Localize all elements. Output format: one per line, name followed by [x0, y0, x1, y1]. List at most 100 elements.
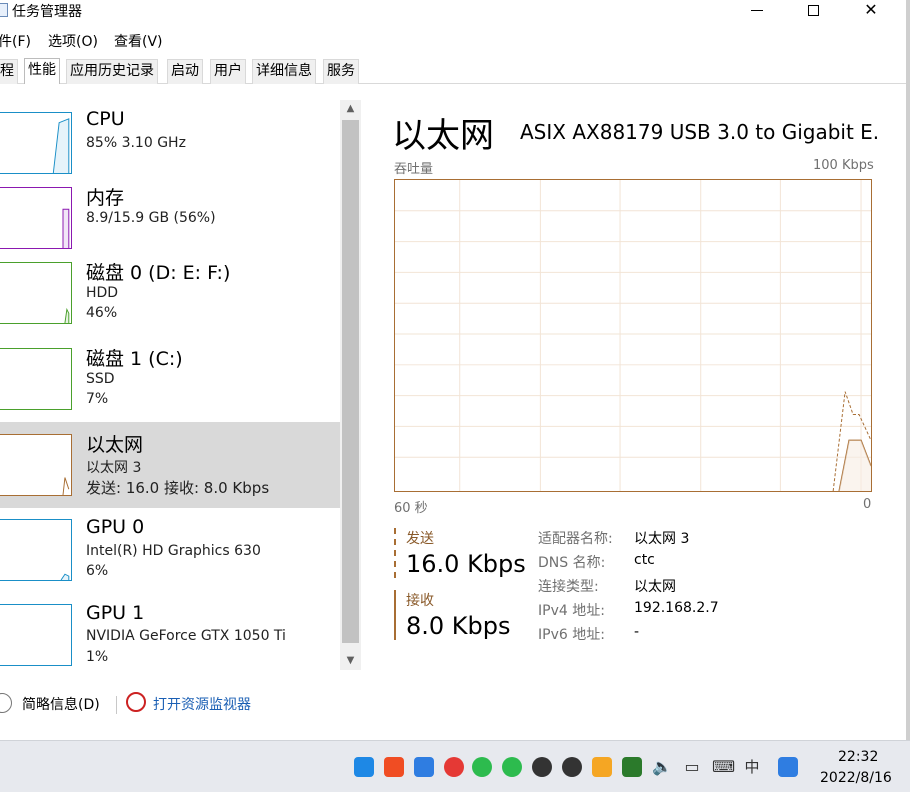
tab-services[interactable]: 服务	[323, 59, 359, 84]
disk-1-usage: 7%	[86, 391, 109, 407]
menu-options[interactable]: 选项(O)	[48, 31, 98, 51]
resource-list: CPU 85% 3.10 GHz 内存 8.9/15.9 GB (56%) 磁盘…	[0, 100, 340, 678]
menu-file[interactable]: 件(F)	[0, 31, 31, 51]
prop-key: DNS 名称:	[538, 555, 606, 571]
send-label: 发送	[406, 531, 434, 547]
memory-label: 内存	[86, 187, 125, 209]
resource-gpu-0[interactable]: GPU 0 Intel(R) HD Graphics 630 6%	[0, 508, 340, 594]
tab-processes[interactable]: 程	[0, 59, 18, 84]
tab-app-history[interactable]: 应用历史记录	[66, 59, 158, 84]
graph-axis-left: 60 秒	[394, 501, 428, 516]
graph-max-label: 100 Kbps	[813, 158, 874, 173]
clock-time[interactable]: 22:32	[838, 749, 878, 765]
resource-monitor-icon[interactable]	[126, 692, 146, 712]
cpu-thumbnail-graph	[0, 112, 72, 174]
prop-value: ctc	[634, 552, 655, 568]
memory-usage: 8.9/15.9 GB (56%)	[86, 210, 216, 226]
volume-icon[interactable]: 🔈	[652, 757, 672, 777]
cpu-label: CPU	[86, 108, 125, 130]
ethernet-adapter: 以太网 3	[86, 460, 142, 476]
gpu-1-label: GPU 1	[86, 602, 145, 624]
resource-disk-1[interactable]: 磁盘 1 (C:) SSD 7%	[0, 338, 340, 424]
resource-cpu[interactable]: CPU 85% 3.10 GHz	[0, 100, 340, 186]
resource-memory[interactable]: 内存 8.9/15.9 GB (56%)	[0, 176, 340, 262]
maximize-icon	[807, 5, 819, 16]
title-bar: 任务管理器 ✕	[0, 0, 910, 22]
menu-view[interactable]: 查看(V)	[114, 31, 163, 51]
maximize-button[interactable]	[790, 0, 836, 22]
prop-value: 以太网 3	[634, 531, 690, 547]
qq-icon[interactable]	[532, 757, 552, 777]
resource-ethernet[interactable]: 以太网 以太网 3 发送: 16.0 接收: 8.0 Kbps	[0, 422, 340, 508]
resource-list-scrollbar[interactable]: ▲ ▼	[340, 100, 361, 670]
pin-app-icon[interactable]	[354, 757, 374, 777]
network-icon[interactable]: ▭	[682, 757, 702, 777]
prop-key: IPv4 地址:	[538, 603, 605, 619]
prop-key: 适配器名称:	[538, 531, 613, 547]
tab-users[interactable]: 用户	[210, 59, 246, 84]
open-resource-monitor-link[interactable]: 打开资源监视器	[153, 694, 251, 714]
close-button[interactable]: ✕	[848, 0, 894, 22]
tab-performance[interactable]: 性能	[24, 58, 60, 84]
security-center-icon[interactable]	[622, 757, 642, 777]
ethernet-throughput: 发送: 16.0 接收: 8.0 Kbps	[86, 479, 270, 497]
resource-disk-0[interactable]: 磁盘 0 (D: E: F:) HDD 46%	[0, 252, 340, 338]
ethernet-thumbnail-graph	[0, 434, 72, 496]
gpu-0-usage: 6%	[86, 563, 109, 579]
scroll-down-arrow[interactable]: ▼	[340, 652, 361, 670]
adapter-name: ASIX AX88179 USB 3.0 to Gigabit E...	[520, 120, 880, 144]
collapse-icon[interactable]	[0, 693, 12, 713]
wechat-icon[interactable]	[472, 757, 492, 777]
search-app-icon[interactable]	[778, 757, 798, 777]
throughput-graph	[394, 179, 872, 492]
receive-label: 接收	[406, 593, 434, 609]
tab-strip: 程 性能 应用历史记录 启动 用户 详细信息 服务	[0, 58, 906, 84]
window-edge	[906, 0, 910, 740]
throughput-label: 吞吐量	[394, 162, 434, 177]
qq-alt-icon[interactable]	[562, 757, 582, 777]
ethernet-label: 以太网	[86, 434, 144, 456]
disk-1-thumbnail-graph	[0, 348, 72, 410]
scroll-up-arrow[interactable]: ▲	[340, 100, 361, 118]
prop-key: IPv6 地址:	[538, 627, 605, 643]
gpu-1-thumbnail-graph	[0, 604, 72, 666]
memory-thumbnail-graph	[0, 187, 72, 249]
orange-app-icon[interactable]	[384, 757, 404, 777]
send-value: 16.0 Kbps	[406, 550, 526, 578]
send-stat: 发送 16.0 Kbps	[394, 528, 526, 578]
minimize-icon	[751, 10, 763, 11]
footer-bar: 简略信息(D) 打开资源监视器	[0, 686, 906, 722]
tab-startup[interactable]: 启动	[167, 59, 203, 84]
shield-app-icon[interactable]	[592, 757, 612, 777]
ime-indicator[interactable]: 中	[742, 757, 762, 777]
gpu-0-thumbnail-graph	[0, 519, 72, 581]
task-manager-icon	[0, 3, 8, 17]
gpu-0-label: GPU 0	[86, 516, 145, 538]
gpu-1-model: NVIDIA GeForce GTX 1050 Ti	[86, 628, 286, 644]
minimize-button[interactable]	[734, 0, 780, 22]
disk-0-label: 磁盘 0 (D: E: F:)	[86, 262, 231, 284]
scroll-thumb[interactable]	[342, 120, 359, 643]
prop-key: 连接类型:	[538, 579, 599, 595]
fewer-details-link[interactable]: 简略信息(D)	[22, 694, 100, 714]
receive-value: 8.0 Kbps	[406, 612, 511, 640]
gpu-1-usage: 1%	[86, 649, 109, 665]
disk-0-usage: 46%	[86, 305, 118, 321]
blue-app-icon[interactable]	[414, 757, 434, 777]
clock-date[interactable]: 2022/8/16	[820, 770, 892, 786]
footer-divider	[116, 696, 117, 714]
tab-details[interactable]: 详细信息	[252, 59, 316, 84]
cpu-usage: 85% 3.10 GHz	[86, 135, 186, 151]
receive-stat: 接收 8.0 Kbps	[394, 590, 511, 640]
taskbar: 🔈 ▭ ⌨ 中 22:32 2022/8/16	[0, 740, 910, 792]
disk-1-type: SSD	[86, 371, 115, 387]
netease-music-icon[interactable]	[444, 757, 464, 777]
prop-value: 以太网	[634, 579, 676, 595]
graph-axis-right: 0	[863, 497, 872, 512]
disk-0-thumbnail-graph	[0, 262, 72, 324]
resource-gpu-1[interactable]: GPU 1 NVIDIA GeForce GTX 1050 Ti 1%	[0, 594, 340, 678]
prop-value: -	[634, 624, 640, 640]
keyboard-icon[interactable]: ⌨	[712, 757, 735, 777]
wechat-alt-icon[interactable]	[502, 757, 522, 777]
gpu-0-model: Intel(R) HD Graphics 630	[86, 543, 261, 559]
